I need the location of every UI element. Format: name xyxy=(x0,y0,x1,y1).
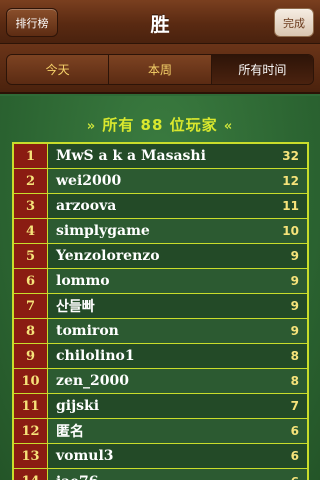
player-name: zen_2000 xyxy=(56,373,130,389)
rank-cell: 6 xyxy=(14,269,48,293)
rank-cell: 14 xyxy=(14,469,48,480)
win-count: 12 xyxy=(282,174,299,188)
player-name: Yenzolorenzo xyxy=(56,248,160,264)
table-row[interactable]: 13 vomul3 6 xyxy=(14,444,307,469)
win-count: 9 xyxy=(290,299,299,313)
segment-this-week[interactable]: 本周 xyxy=(109,55,212,84)
player-name: jae76 xyxy=(48,474,267,480)
back-button[interactable]: 排行榜 xyxy=(6,8,58,37)
table-row[interactable]: 5 Yenzolorenzo 9 xyxy=(14,244,307,269)
win-count: 8 xyxy=(290,374,299,388)
rank-cell: 13 xyxy=(14,444,48,468)
player-name: tomiron xyxy=(56,323,119,339)
done-button[interactable]: 完成 xyxy=(274,8,314,37)
win-count: 9 xyxy=(290,249,299,263)
player-name: MwS a k a Masashi xyxy=(56,148,206,164)
table-row[interactable]: 8 tomiron 9 xyxy=(14,319,307,344)
win-count: 9 xyxy=(290,274,299,288)
rank-cell: 1 xyxy=(14,144,48,168)
win-count: 6 xyxy=(267,475,307,480)
table-row[interactable]: 9 chilolino1 8 xyxy=(14,344,307,369)
player-name: arzoova xyxy=(56,198,117,214)
table-row[interactable]: 2 wei2000 12 xyxy=(14,169,307,194)
time-filter-bar: 今天 本周 所有时间 xyxy=(0,44,320,94)
win-count: 10 xyxy=(282,224,299,238)
player-name: 산들빠 xyxy=(56,299,95,315)
leaderboard-table[interactable]: 1 MwS a k a Masashi 32 2 wei2000 12 3 arzoova 11… xyxy=(12,142,309,480)
table-row[interactable]: 7 산들빠 9 xyxy=(14,294,307,319)
rank-cell: 3 xyxy=(14,194,48,218)
rank-cell: 10 xyxy=(14,369,48,393)
win-count: 32 xyxy=(282,149,299,163)
win-count: 6 xyxy=(290,424,299,438)
decoration-right-icon: « xyxy=(223,119,234,134)
rank-cell: 12 xyxy=(14,419,48,443)
table-row[interactable]: 3 arzoova 11 xyxy=(14,194,307,219)
leaderboard-area: » 所有 88 位玩家 « 1 MwS a k a Masashi 32 2 wei20… xyxy=(0,96,320,480)
rank-cell: 7 xyxy=(14,294,48,318)
table-row[interactable]: 12 匿名 6 xyxy=(14,419,307,444)
win-count: 9 xyxy=(290,324,299,338)
table-row[interactable]: 4 simplygame 10 xyxy=(14,219,307,244)
table-row[interactable]: 14jae766 xyxy=(14,469,307,480)
players-count-label: 所有 88 位玩家 xyxy=(102,116,218,134)
segment-today[interactable]: 今天 xyxy=(7,55,110,84)
player-name: 匿名 xyxy=(56,424,84,440)
table-row[interactable]: 11 gijski 7 xyxy=(14,394,307,419)
player-name: wei2000 xyxy=(56,173,122,189)
nav-bar: 排行榜 胜 完成 xyxy=(0,0,320,44)
page-title: 胜 xyxy=(150,14,170,36)
rank-cell: 5 xyxy=(14,244,48,268)
win-count: 11 xyxy=(282,199,299,213)
rank-cell: 11 xyxy=(14,394,48,418)
table-row[interactable]: 1 MwS a k a Masashi 32 xyxy=(14,144,307,169)
win-count: 7 xyxy=(290,399,299,413)
rank-cell: 4 xyxy=(14,219,48,243)
player-name: lommo xyxy=(56,273,110,289)
player-name: vomul3 xyxy=(56,448,114,464)
table-row[interactable]: 6 lommo 9 xyxy=(14,269,307,294)
player-name: gijski xyxy=(56,398,100,414)
rank-cell: 2 xyxy=(14,169,48,193)
player-name: simplygame xyxy=(56,223,150,239)
players-header: » 所有 88 位玩家 « xyxy=(0,114,320,135)
win-count: 8 xyxy=(290,349,299,363)
decoration-left-icon: » xyxy=(86,119,97,134)
rank-cell: 8 xyxy=(14,319,48,343)
rank-cell: 9 xyxy=(14,344,48,368)
time-segmented-control: 今天 本周 所有时间 xyxy=(6,54,314,85)
player-name: chilolino1 xyxy=(56,348,135,364)
win-count: 6 xyxy=(290,449,299,463)
segment-all-time[interactable]: 所有时间 xyxy=(211,55,313,84)
table-row[interactable]: 10 zen_2000 8 xyxy=(14,369,307,394)
